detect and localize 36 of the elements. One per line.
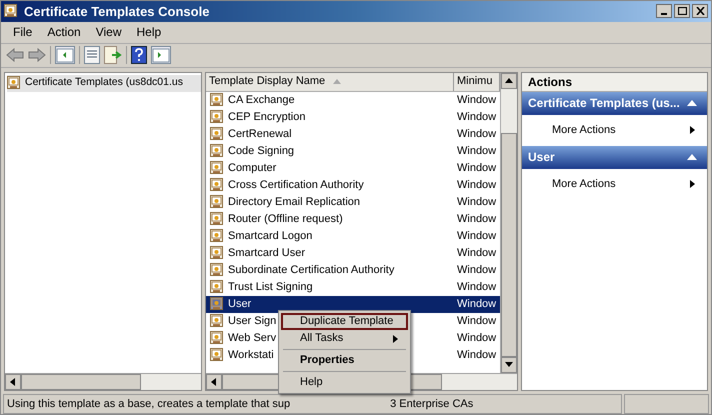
- template-name: Web Serv: [228, 330, 276, 346]
- table-cell-text: Window: [456, 92, 496, 108]
- table-cell-text: Window: [456, 212, 496, 227]
- table-cell-text: Window: [456, 194, 496, 210]
- table-cell-text: Window: [456, 348, 496, 363]
- table-cell-text: Window: [456, 262, 496, 278]
- table-cell-text: Window: [456, 160, 496, 176]
- template-name: Smartcard User: [228, 246, 306, 261]
- table-cell-text: Window: [456, 144, 496, 159]
- template-name: Directory Email Replication: [228, 194, 360, 210]
- status-text: 3 Enterprise CAs: [390, 396, 474, 412]
- table-cell-text: Window: [456, 280, 496, 295]
- template-name: Code Signing: [228, 144, 294, 159]
- template-name: Cross Certification Authority: [228, 178, 364, 193]
- actions-title: Actions: [522, 72, 707, 92]
- template-name: Subordinate Certification Authority: [228, 262, 394, 278]
- template-name: Trust List Signing: [228, 280, 313, 295]
- table-cell-text: Window: [456, 314, 496, 329]
- template-name: Router (Offline request): [228, 212, 343, 227]
- template-name: Workstati: [228, 348, 274, 363]
- template-name: User: [228, 296, 252, 312]
- template-name: Computer: [228, 160, 276, 176]
- table-cell-text: Window: [456, 330, 496, 346]
- window-title: Certificate Templates Console: [24, 2, 210, 21]
- template-name: User Sign: [228, 314, 276, 329]
- table-cell-text: Window: [456, 228, 496, 244]
- template-name: CEP Encryption: [228, 110, 306, 125]
- table-cell-text: Window: [456, 296, 496, 312]
- template-name: Smartcard Logon: [228, 228, 312, 244]
- table-cell-text: Window: [456, 126, 496, 142]
- table-cell-text: Window: [456, 110, 496, 125]
- table-cell-text: Window: [456, 178, 496, 193]
- template-name: CertRenewal: [228, 126, 292, 142]
- status-text: Using this template as a base, creates a template that sup: [7, 396, 290, 412]
- table-cell-text: Window: [456, 246, 496, 261]
- template-name: CA Exchange: [228, 92, 295, 108]
